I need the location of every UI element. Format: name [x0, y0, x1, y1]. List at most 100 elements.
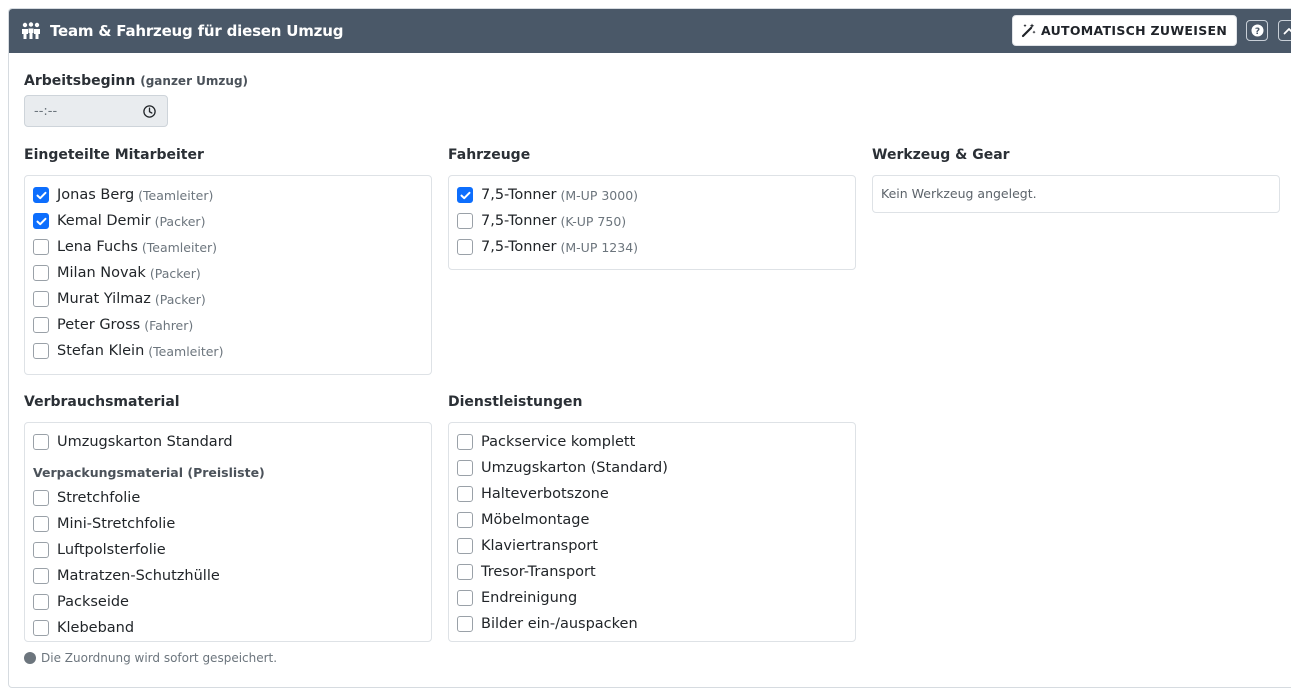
consumables-list: Umzugskarton Standard Verpackungsmaterial… — [24, 422, 432, 642]
collapse-button[interactable] — [1278, 20, 1291, 41]
auto-assign-label: AUTOMATISCH ZUWEISEN — [1041, 23, 1228, 38]
service-name: Packservice komplett — [481, 434, 636, 450]
service-name: Bilder ein-/auspacken — [481, 616, 638, 632]
service-checkbox[interactable] — [457, 564, 473, 580]
staff-item[interactable]: Kemal Demir (Packer) — [33, 213, 205, 229]
staff-detail: (Packer) — [154, 213, 206, 229]
magic-wand-icon — [1021, 23, 1036, 38]
staff-item[interactable]: Lena Fuchs (Teamleiter) — [33, 239, 217, 255]
staff-detail: (Packer) — [149, 265, 201, 281]
vehicle-item[interactable]: 7,5-Tonner (K-UP 750) — [457, 213, 626, 229]
staff-detail: (Packer) — [154, 291, 206, 307]
staff-checkbox[interactable] — [33, 239, 49, 255]
service-item[interactable]: Endreinigung — [457, 590, 577, 606]
consumable-checkbox[interactable] — [33, 542, 49, 558]
staff-name: Lena Fuchs — [57, 239, 138, 255]
staff-item[interactable]: Stefan Klein (Teamleiter) — [33, 343, 223, 359]
staff-name: Milan Novak — [57, 265, 146, 281]
service-checkbox[interactable] — [457, 460, 473, 476]
service-item[interactable]: Klaviertransport — [457, 538, 598, 554]
team-icon — [21, 22, 41, 40]
service-name: Möbelmontage — [481, 512, 590, 528]
staff-name: Kemal Demir — [57, 213, 151, 229]
consumable-name: Stretchfolie — [57, 490, 141, 506]
staff-checkbox[interactable] — [33, 343, 49, 359]
consumable-name: Luftpolsterfolie — [57, 542, 166, 558]
staff-item[interactable]: Murat Yilmaz (Packer) — [33, 291, 206, 307]
card-title: Team & Fahrzeug für diesen Umzug — [50, 22, 344, 40]
consumable-name: Klebeband — [57, 620, 135, 636]
vehicle-checkbox[interactable] — [457, 213, 473, 229]
service-item[interactable]: Halteverbotszone — [457, 486, 609, 502]
vehicle-detail: (K-UP 750) — [560, 213, 627, 229]
consumable-checkbox[interactable] — [33, 594, 49, 610]
consumable-name: Packseide — [57, 594, 129, 610]
staff-checkbox[interactable] — [33, 213, 49, 229]
vehicle-detail: (M-UP 1234) — [560, 239, 639, 255]
start-time-label: Arbeitsbeginn (ganzer Umzug) — [24, 73, 248, 89]
consumable-item[interactable]: Matratzen-Schutzhülle — [33, 568, 220, 584]
auto-assign-button[interactable]: AUTOMATISCH ZUWEISEN — [1012, 15, 1238, 46]
checkmark-icon — [36, 217, 46, 225]
staff-item[interactable]: Jonas Berg (Teamleiter) — [33, 187, 213, 203]
checkmark-icon — [36, 191, 46, 199]
tools-empty-text: Kein Werkzeug angelegt. — [881, 186, 1037, 201]
vehicle-item[interactable]: 7,5-Tonner (M-UP 1234) — [457, 239, 638, 255]
consumable-checkbox[interactable] — [33, 490, 49, 506]
vehicle-name: 7,5-Tonner — [481, 187, 557, 203]
consumable-item[interactable]: Luftpolsterfolie — [33, 542, 166, 558]
consumable-item[interactable]: Umzugskarton Standard — [33, 434, 233, 450]
vehicle-detail: (M-UP 3000) — [560, 187, 639, 203]
service-item[interactable]: Tresor-Transport — [457, 564, 596, 580]
checkmark-icon — [460, 191, 470, 199]
service-checkbox[interactable] — [457, 512, 473, 528]
service-name: Halteverbotszone — [481, 486, 609, 502]
consumable-item[interactable]: Stretchfolie — [33, 490, 140, 506]
consumables-section-title: Verbrauchsmaterial — [24, 394, 180, 410]
service-checkbox[interactable] — [457, 434, 473, 450]
service-checkbox[interactable] — [457, 616, 473, 632]
staff-detail: (Teamleiter) — [138, 187, 214, 203]
consumable-item[interactable]: Packseide — [33, 594, 129, 610]
footer-note-text: Die Zuordnung wird sofort gespeichert. — [41, 651, 278, 665]
service-item[interactable]: Bilder ein-/auspacken — [457, 616, 638, 632]
help-button[interactable]: ? — [1246, 20, 1269, 41]
consumables-group-label: Verpackungsmaterial (Preisliste) — [33, 465, 265, 480]
service-checkbox[interactable] — [457, 486, 473, 502]
service-checkbox[interactable] — [457, 590, 473, 606]
chevron-up-icon — [1283, 27, 1291, 34]
consumable-item[interactable]: Klebeband — [33, 620, 134, 636]
tools-section-title: Werkzeug & Gear — [872, 147, 1010, 163]
consumable-name: Umzugskarton Standard — [57, 434, 233, 450]
start-time-input[interactable]: --:-- — [24, 95, 168, 127]
service-item[interactable]: Umzugskarton (Standard) — [457, 460, 668, 476]
vehicle-item[interactable]: 7,5-Tonner (M-UP 3000) — [457, 187, 638, 203]
consumable-checkbox[interactable] — [33, 434, 49, 450]
staff-detail: (Teamleiter) — [141, 239, 218, 255]
service-name: Klaviertransport — [481, 538, 598, 554]
staff-checkbox[interactable] — [33, 265, 49, 281]
service-checkbox[interactable] — [457, 538, 473, 554]
service-item[interactable]: Möbelmontage — [457, 512, 589, 528]
clock-icon — [143, 104, 156, 118]
staff-checkbox[interactable] — [33, 187, 49, 203]
staff-checkbox[interactable] — [33, 317, 49, 333]
vehicle-checkbox[interactable] — [457, 239, 473, 255]
staff-name: Murat Yilmaz — [57, 291, 151, 307]
service-item[interactable]: Packservice komplett — [457, 434, 635, 450]
vehicle-name: 7,5-Tonner — [481, 213, 557, 229]
services-list: Packservice komplett Umzugskarton (Standa… — [448, 422, 856, 642]
svg-text:?: ? — [1254, 27, 1259, 37]
staff-name: Stefan Klein — [57, 343, 145, 359]
consumable-item[interactable]: Mini-Stretchfolie — [33, 516, 175, 532]
staff-item[interactable]: Milan Novak (Packer) — [33, 265, 201, 281]
consumable-checkbox[interactable] — [33, 568, 49, 584]
consumable-checkbox[interactable] — [33, 620, 49, 636]
staff-item[interactable]: Peter Gross (Fahrer) — [33, 317, 193, 333]
consumable-checkbox[interactable] — [33, 516, 49, 532]
start-time-hint: (ganzer Umzug) — [140, 74, 249, 88]
staff-detail: (Fahrer) — [144, 317, 194, 333]
vehicle-checkbox[interactable] — [457, 187, 473, 203]
footer-note: Die Zuordnung wird sofort gespeichert. — [24, 651, 277, 665]
staff-checkbox[interactable] — [33, 291, 49, 307]
